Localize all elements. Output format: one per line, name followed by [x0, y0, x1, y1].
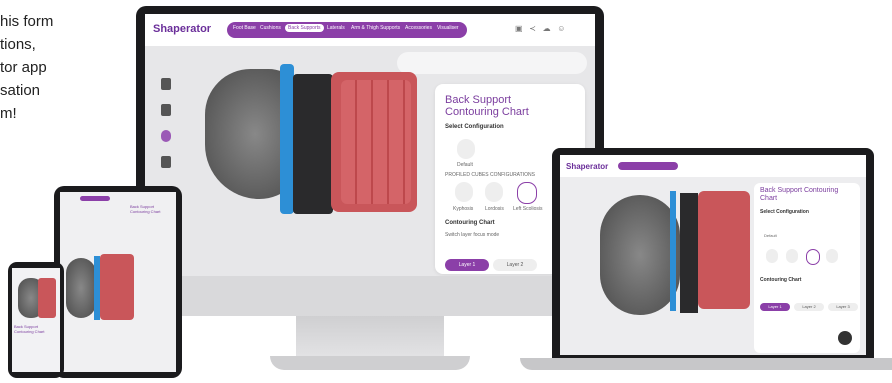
caption-line: his form — [0, 13, 54, 30]
laptop-layer-1[interactable]: Layer 1 — [760, 303, 790, 311]
laptop-nav — [618, 162, 678, 170]
kyphosis-label: Kyphosis — [453, 206, 474, 212]
laptop-screen: Shaperator Back Support Contouring Chart… — [560, 155, 866, 355]
layer-2-button[interactable]: Layer 2 — [493, 259, 537, 271]
user-icon[interactable]: ☺ — [557, 24, 565, 33]
laptop-select-config: Select Configuration — [760, 209, 809, 215]
tablet-panel-title: Back Support Contouring Chart — [130, 204, 161, 214]
chat-icon[interactable] — [838, 331, 852, 345]
laptop-panel-title: Back Support Contouring Chart — [760, 187, 839, 202]
laptop-cushion-gray — [600, 195, 680, 315]
tablet-cushion-gray — [66, 258, 96, 318]
left-scoliosis-option[interactable] — [517, 182, 537, 204]
phone-panel-title: Back Support Contouring Chart — [14, 324, 45, 334]
app-logo: Shaperator — [153, 23, 212, 35]
laptop-right-scoliosis-option[interactable] — [826, 249, 838, 263]
default-option[interactable] — [457, 139, 475, 159]
monitor-chin — [136, 276, 604, 316]
laptop-left-scoliosis-option[interactable] — [806, 249, 820, 265]
tool-row — [397, 52, 587, 74]
contour-cubes-grid — [341, 80, 411, 204]
laptop-layer-3[interactable]: Layer 3 — [828, 303, 858, 311]
laptop-kyphosis-option[interactable] — [766, 249, 778, 263]
monitor-foot — [270, 356, 470, 370]
share-icon[interactable]: ≺ — [529, 24, 536, 33]
sidebar-item-laterals[interactable] — [161, 156, 171, 168]
caption-line: m! — [0, 105, 17, 122]
nav-foot-base[interactable]: Foot Base — [233, 25, 256, 31]
topbar-actions: ▣ ≺ ☁ ☺ — [515, 24, 565, 33]
save-icon[interactable]: ▣ — [515, 24, 523, 33]
cushion-blue-strip — [280, 64, 294, 214]
caption-line: tions, — [0, 36, 36, 53]
laptop-contouring-chart: Contouring Chart — [760, 277, 802, 283]
sidebar-item-back[interactable] — [161, 104, 171, 116]
cart-icon[interactable]: ☁ — [543, 24, 551, 33]
sidebar-item-back-supports[interactable] — [161, 130, 171, 142]
caption-line: sation — [0, 82, 41, 99]
profiled-label: PROFILED CUBES CONFIGURATIONS — [445, 172, 535, 178]
lordosis-option[interactable] — [485, 182, 503, 202]
kyphosis-option[interactable] — [455, 182, 473, 202]
tablet-cushion-red — [100, 254, 134, 320]
nav-arm-thigh-supports[interactable]: Arm & Thigh Supports — [351, 25, 400, 31]
select-config-label: Select Configuration — [445, 124, 504, 130]
desktop-screen: Shaperator Foot Base Cushions Back Suppo… — [145, 14, 595, 276]
nav-accessories[interactable]: Accessories — [405, 25, 432, 31]
laptop-logo: Shaperator — [566, 162, 609, 171]
default-label: Default — [457, 162, 473, 168]
nav-cushions[interactable]: Cushions — [260, 25, 281, 31]
left-sidebar — [153, 78, 181, 198]
cushion-dark-panel — [293, 74, 333, 214]
panel-title: Back Support Contouring Chart — [445, 94, 529, 118]
laptop-cushion-red — [698, 191, 750, 309]
sidebar-item-base[interactable] — [161, 78, 171, 90]
layer-1-button[interactable]: Layer 1 — [445, 259, 489, 271]
left-scoliosis-label: Left Scoliosis — [513, 206, 543, 212]
laptop-base — [520, 358, 892, 370]
switch-layer-text: Switch layer focus mode — [445, 232, 500, 238]
monitor-stand — [296, 316, 444, 360]
nav-visualiser[interactable]: Visualiser — [437, 25, 459, 31]
nav-laterals[interactable]: Laterals — [327, 25, 345, 31]
laptop-layer-2[interactable]: Layer 2 — [794, 303, 824, 311]
laptop-lordosis-option[interactable] — [786, 249, 798, 263]
contouring-chart-label: Contouring Chart — [445, 220, 495, 226]
tablet-screen: Back Support Contouring Chart — [60, 192, 176, 372]
phone-cushion-red — [38, 278, 56, 318]
phone-screen: Back Support Contouring Chart — [12, 268, 60, 372]
laptop-cushion-blue — [670, 191, 676, 311]
lordosis-label: Lordosis — [485, 206, 504, 212]
laptop-cushion-dark — [680, 193, 698, 313]
caption-line: tor app — [0, 59, 47, 76]
marketing-caption: his form tions, tor app sation m! — [0, 10, 120, 125]
tablet-nav — [80, 196, 110, 201]
nav-back-supports[interactable]: Back Supports — [285, 24, 324, 32]
laptop-default-label: Default — [764, 233, 777, 238]
